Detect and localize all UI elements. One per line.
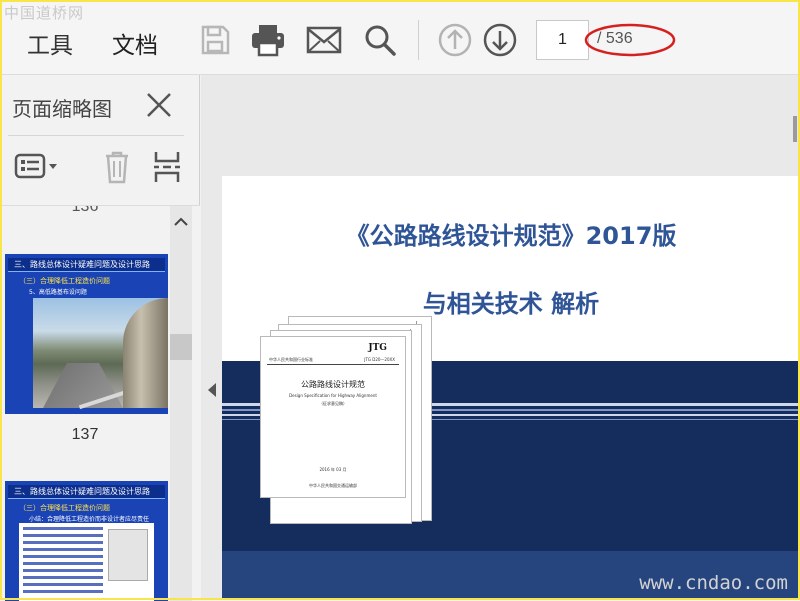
book-mark: JTG <box>368 343 387 353</box>
book-publisher: 中华人民共和国交通运输部 <box>309 483 357 488</box>
thumbnail-page[interactable]: 三、路线总体设计疑难问题及设计思路 （三）合理降低工程造价问题 小结：合理降低工… <box>5 481 168 601</box>
thumbnail-panel: 页面缩略图 136 三、路线总体设计疑难问题及设计思路 （三）合理降低工程造价问… <box>0 75 200 601</box>
scrollbar-thumb[interactable] <box>170 334 192 360</box>
thumbnail-heading: 三、路线总体设计疑难问题及设计思路 <box>8 258 165 272</box>
document-scrollbar[interactable] <box>793 116 797 142</box>
thumbnail-subheading: （三）合理降低工程造价问题 <box>19 504 110 512</box>
extract-icon[interactable] <box>152 149 182 185</box>
thumbnail-options-icon[interactable] <box>14 149 60 185</box>
panel-divider <box>8 135 184 136</box>
photo-road <box>43 363 123 408</box>
watermark-top: 中国道桥网 <box>4 4 85 22</box>
page-title-line2: 与相关技术 解析 <box>422 290 600 318</box>
arrow-up-icon[interactable] <box>437 22 473 58</box>
thumbnail-text-lines <box>23 527 103 597</box>
delete-icon[interactable] <box>102 149 132 185</box>
book-code: JTG D20—20XX <box>364 357 395 362</box>
thumbnail-heading: 三、路线总体设计疑难问题及设计思路 <box>8 485 165 499</box>
book-draft: （征求意见稿） <box>319 401 347 406</box>
thumbnail-page-number: 137 <box>71 426 99 443</box>
thumbnail-subheading: 5、高低路基布设问题 <box>29 289 87 296</box>
thumbnail-list[interactable]: 136 三、路线总体设计疑难问题及设计思路 （三）合理降低工程造价问题 5、高低… <box>0 205 200 601</box>
thumbnail-scrollbar[interactable] <box>170 206 192 601</box>
thumbnail-cover-image <box>108 529 148 581</box>
book-cover: JTG 中华人民共和国行业标准 JTG D20—20XX 公路路线设计规范 De… <box>260 336 406 498</box>
book-rule <box>267 364 399 365</box>
document-page: 《公路路线设计规范》2017版 与相关技术 解析 JTG 中华人民共和国行业标准… <box>222 176 800 600</box>
mail-icon[interactable] <box>306 22 342 58</box>
toolbar-separator <box>418 20 419 60</box>
book-title-en: Design Specification for Highway Alignme… <box>289 393 377 398</box>
thumbnail-subheading: 小结：合理降低工程造价而非设计者应尽责任 <box>29 516 150 523</box>
thumbnail-text-block <box>19 523 154 601</box>
page-title-line1: 《公路路线设计规范》2017版 <box>345 222 677 250</box>
save-icon[interactable] <box>197 22 233 58</box>
book-date: 2016 年 03 月 <box>319 467 347 472</box>
collapse-panel-icon[interactable] <box>205 380 219 400</box>
search-icon[interactable] <box>362 22 398 58</box>
thumbnail-photo <box>33 298 168 410</box>
close-icon[interactable] <box>146 92 172 118</box>
toolbar: 工具 文档 1 / 536 <box>0 0 800 75</box>
tab-tools[interactable]: 工具 <box>27 26 73 60</box>
annotation-ellipse <box>584 23 676 57</box>
tab-document[interactable]: 文档 <box>112 26 158 60</box>
thumbnail-subheading: （三）合理降低工程造价问题 <box>19 277 110 285</box>
thumbnail-page[interactable]: 三、路线总体设计疑难问题及设计思路 （三）合理降低工程造价问题 5、高低路基布设… <box>5 254 168 414</box>
book-title-cn: 公路路线设计规范 <box>301 380 365 389</box>
panel-title: 页面缩略图 <box>12 97 112 121</box>
print-icon[interactable] <box>250 22 286 58</box>
page-number-input[interactable]: 1 <box>536 20 589 60</box>
watermark-bottom: www.cndao.com <box>639 572 788 594</box>
arrow-down-icon[interactable] <box>482 22 518 58</box>
book-standard-line: 中华人民共和国行业标准 <box>269 357 313 362</box>
photo-bridge-arch <box>123 298 168 408</box>
chevron-up-icon[interactable] <box>170 212 192 232</box>
thumbnail-page-number: 136 <box>71 205 99 215</box>
